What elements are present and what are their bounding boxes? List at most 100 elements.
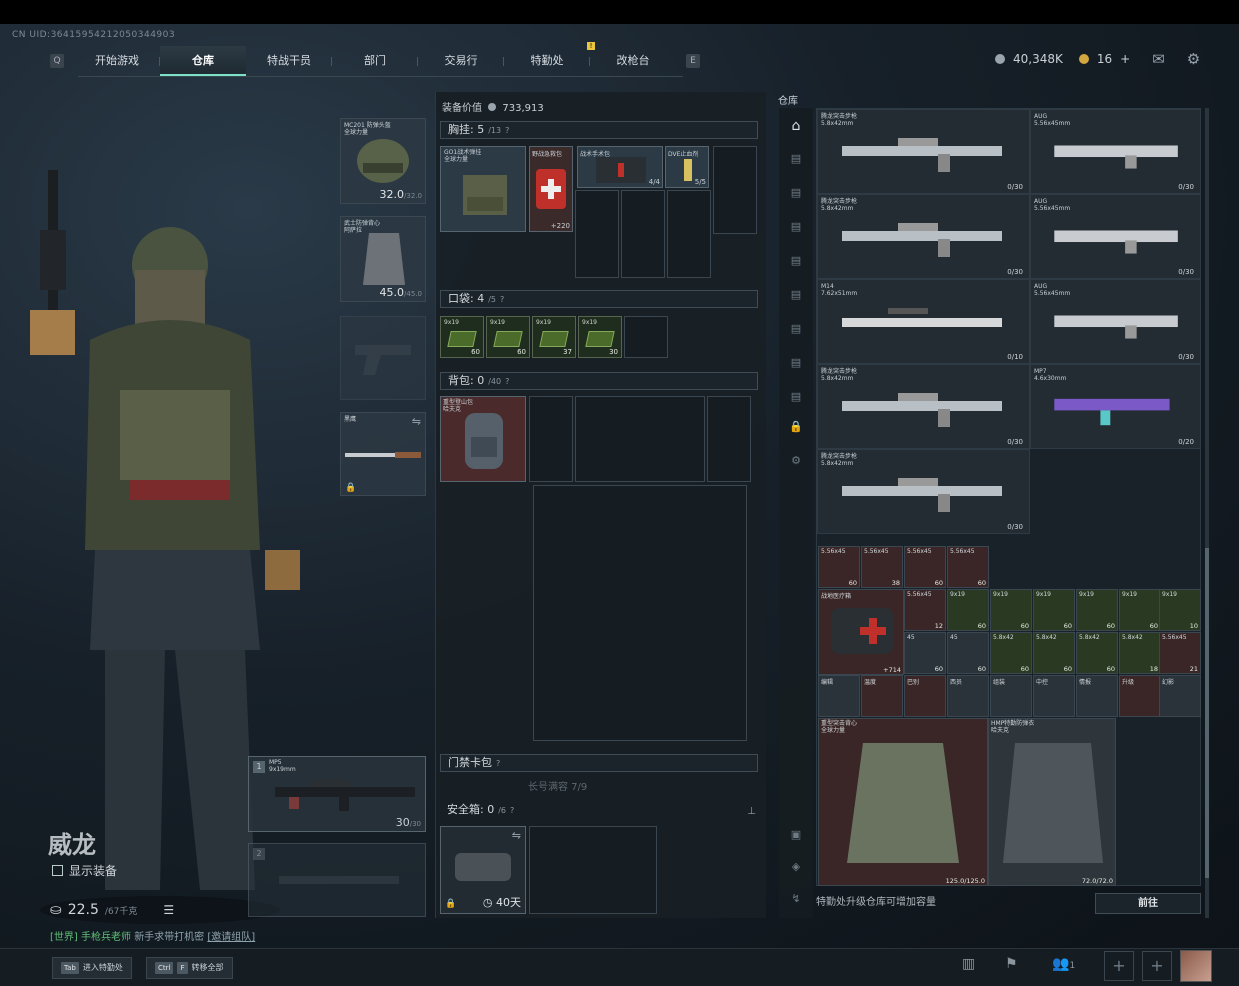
melee-slot[interactable]: 黑鹰 ⇋ 🔒 [340, 412, 426, 496]
weapon-item[interactable]: 腾龙突击步枪 5.8x42mm 0/30 [817, 364, 1030, 449]
pistol-slot[interactable] [340, 316, 426, 400]
weapon-item[interactable]: AUG 5.56x45mm 0/30 [1030, 109, 1201, 194]
category-2-icon[interactable]: ▤ [787, 186, 805, 202]
empty-cell[interactable] [621, 190, 665, 278]
swap-icon[interactable]: ⇋ [512, 829, 521, 842]
rig-item[interactable]: GO1战术弹挂 全球力量 [440, 146, 526, 232]
ammo-item[interactable]: 5.56x45 60 [947, 546, 989, 588]
ammo-item[interactable]: 5.56x45 38 [861, 546, 903, 588]
list-icon[interactable]: ☰ [163, 903, 174, 917]
pocket-ammo[interactable]: 9x19 60 [440, 316, 484, 358]
invite-slot-button[interactable]: + [1104, 951, 1134, 981]
stats-icon[interactable]: ▥ [962, 956, 975, 972]
gear-icon[interactable]: ⚙ [787, 454, 805, 470]
backpack-storage-grid[interactable] [533, 485, 747, 741]
ammo-item[interactable]: 9x19 60 [990, 589, 1032, 631]
mail-icon[interactable]: ✉ [1152, 50, 1165, 68]
ammo-item[interactable]: 9x19 60 [947, 589, 989, 631]
enter-special-ops-button[interactable]: Tab 进入特勤处 [52, 957, 132, 979]
ammo-item[interactable]: 9x19 60 [1033, 589, 1075, 631]
pin-icon[interactable]: ⊥ [747, 806, 756, 817]
tab-special-ops[interactable]: 特勤处 [504, 46, 590, 76]
weapon-item[interactable]: 腾龙突击步枪 5.8x42mm 0/30 [817, 194, 1030, 279]
empty-cell[interactable] [707, 396, 751, 482]
weapon-item[interactable]: AUG 5.56x45mm 0/30 [1030, 279, 1201, 364]
tidy-icon[interactable]: ↯ [787, 892, 805, 908]
ammo-item[interactable]: 5.8x42 60 [1033, 632, 1075, 674]
weapon-item[interactable]: 腾龙突击步枪 5.8x42mm 0/30 [817, 449, 1030, 534]
secondary-weapon-slot[interactable]: 2 [248, 843, 426, 917]
show-gear-toggle[interactable]: 显示装备 [52, 862, 117, 879]
weapon-item[interactable]: MP7 4.6x30mm 0/20 [1030, 364, 1201, 449]
category-5-icon[interactable]: ▤ [787, 288, 805, 304]
go-button[interactable]: 前往 [1095, 893, 1201, 914]
pocket-ammo[interactable]: 9x19 60 [486, 316, 530, 358]
ammo-item[interactable]: 5.56x45 12 [904, 589, 946, 631]
ammo-item[interactable]: 9x19 60 [1119, 589, 1161, 631]
helmet-slot[interactable]: MC201 防弹头盔 全球力量 32.0/32.0 [340, 118, 426, 204]
ammo-item[interactable]: 45 60 [904, 632, 946, 674]
safe-storage-grid[interactable] [529, 826, 657, 914]
flag-icon[interactable]: ⚑ [1005, 956, 1018, 972]
chat-sender[interactable]: 手枪兵老师 [81, 932, 131, 943]
transfer-all-button[interactable]: Ctrl F 转移全部 [146, 957, 233, 979]
card-item[interactable]: 温度 [861, 675, 903, 717]
armor-item[interactable]: 重型突击背心 全球力量 125.0/125.0 [818, 718, 988, 886]
tab-gunsmith[interactable]: 改枪台 [590, 46, 676, 76]
empty-cell[interactable] [624, 316, 668, 358]
pocket-ammo[interactable]: 9x19 37 [532, 316, 576, 358]
backpack-item[interactable]: 重型登山包 哈夫克 [440, 396, 526, 482]
empty-cell[interactable] [529, 396, 573, 482]
ammo-item[interactable]: 5.56x45 60 [904, 546, 946, 588]
layers-icon[interactable]: ◈ [787, 860, 805, 876]
avatar[interactable] [1180, 950, 1212, 982]
category-8-icon[interactable]: ▤ [787, 390, 805, 406]
tab-operators[interactable]: 特战干员 [246, 46, 332, 76]
card-item[interactable]: 组装 [990, 675, 1032, 717]
ammo-item[interactable]: 5.56x45 21 [1159, 632, 1201, 674]
scrollbar-thumb[interactable] [1205, 548, 1209, 878]
gear-icon[interactable]: ⚙ [1187, 50, 1200, 68]
card-item[interactable]: 幻影 [1159, 675, 1201, 717]
nav-prev-key[interactable]: Q [50, 54, 64, 68]
nav-next-key[interactable]: E [686, 54, 700, 68]
card-item[interactable]: 西员 [947, 675, 989, 717]
premium-add-button[interactable]: + [1120, 52, 1130, 66]
tab-trade[interactable]: 交易行 [418, 46, 504, 76]
weapon-item[interactable]: AUG 5.56x45mm 0/30 [1030, 194, 1201, 279]
primary-weapon-slot[interactable]: 1 MP5 9x19mm 30/30 [248, 756, 426, 832]
safe-box[interactable]: ⇋ 🔒 ◷ 40天 [440, 826, 526, 914]
category-3-icon[interactable]: ▤ [787, 220, 805, 236]
ammo-item[interactable]: 9x19 10 [1159, 589, 1201, 631]
tab-department[interactable]: 部门 [332, 46, 418, 76]
empty-cell[interactable] [575, 396, 705, 482]
hemostatic-item[interactable]: DVE止血剂 5/5 [665, 146, 709, 188]
ammo-item[interactable]: 9x19 60 [1076, 589, 1118, 631]
invite-slot-button[interactable]: + [1142, 951, 1172, 981]
armor-slot[interactable]: 武士防弹背心 阿萨拉 45.0/45.0 [340, 216, 426, 302]
weapon-item[interactable]: 腾龙突击步枪 5.8x42mm 0/30 [817, 109, 1030, 194]
category-4-icon[interactable]: ▤ [787, 254, 805, 270]
ammo-item[interactable]: 5.8x42 18 [1119, 632, 1161, 674]
card-item[interactable]: 编辑 [818, 675, 860, 717]
weapon-item[interactable]: M14 7.62x51mm 0/10 [817, 279, 1030, 364]
category-7-icon[interactable]: ▤ [787, 356, 805, 372]
ammo-item[interactable]: 5.8x42 60 [990, 632, 1032, 674]
medkit-item[interactable]: 战地医疗箱 +714 [818, 589, 904, 675]
empty-cell[interactable] [575, 190, 619, 278]
category-1-icon[interactable]: ▤ [787, 152, 805, 168]
warehouse-scrollbar[interactable] [1205, 108, 1209, 918]
first-aid-item[interactable]: 野战急救包 +220 [529, 146, 573, 232]
category-6-icon[interactable]: ▤ [787, 322, 805, 338]
all-items-icon[interactable]: ⌂ [787, 118, 805, 134]
surgery-kit-item[interactable]: 战术手术包 4/4 [577, 146, 663, 188]
lock-icon[interactable]: 🔒 [787, 420, 805, 436]
empty-cell[interactable] [667, 190, 711, 278]
armor-item[interactable]: HMP特勤防弹衣 哈夫克 72.0/72.0 [988, 718, 1116, 886]
friends-icon[interactable]: 👥1 [1052, 956, 1075, 972]
tab-start-game[interactable]: 开始游戏 [74, 46, 160, 76]
pocket-ammo[interactable]: 9x19 30 [578, 316, 622, 358]
empty-cell[interactable] [713, 146, 757, 234]
card-item[interactable]: 中控 [1033, 675, 1075, 717]
swap-icon[interactable]: ⇋ [412, 415, 421, 428]
